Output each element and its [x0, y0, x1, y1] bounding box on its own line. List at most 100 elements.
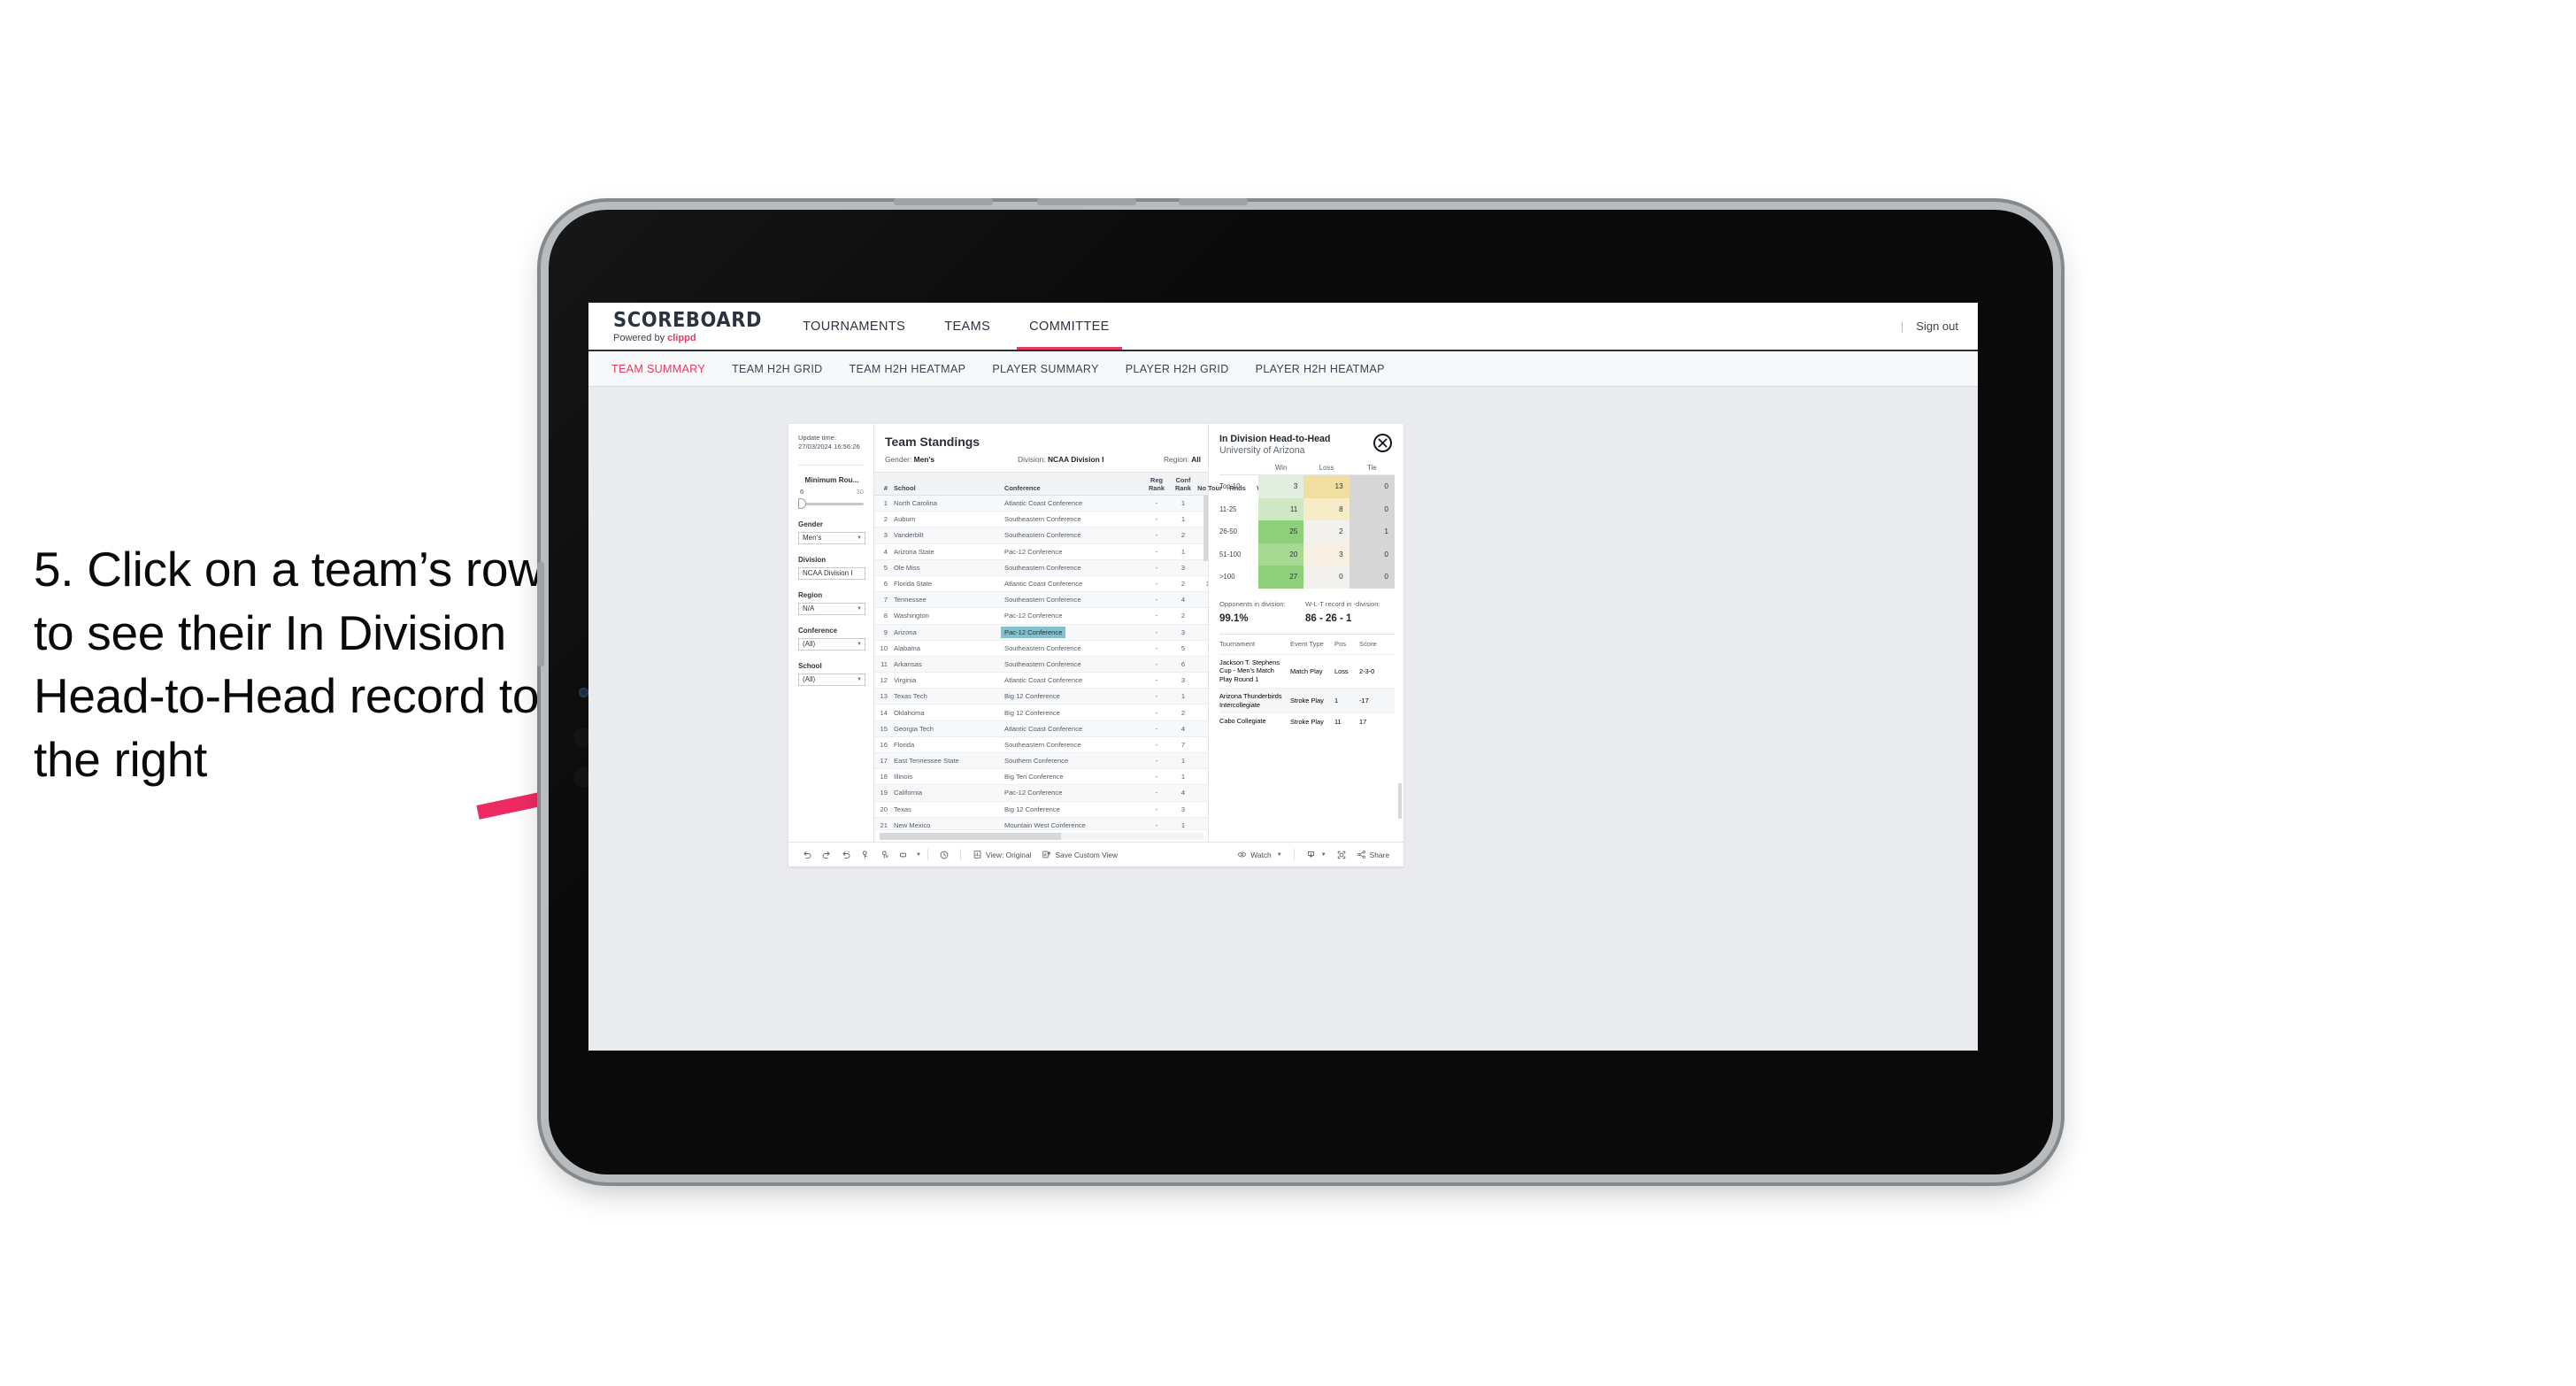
table-row[interactable]: 12VirginiaAtlantic Coast Conference-3824…: [874, 673, 1208, 689]
tournament-header-row: Tournament Event Type Pos Score: [1219, 635, 1395, 654]
sign-out-link[interactable]: Sign out: [1916, 320, 1958, 333]
selected-conference-highlight: Pac-12 Conference: [1001, 626, 1066, 638]
school-value: (All): [803, 675, 816, 683]
tab-team-h2h-heatmap[interactable]: TEAM H2H HEATMAP: [850, 363, 966, 375]
cell-no-tour: 8: [1196, 725, 1209, 733]
table-row[interactable]: 6 Florida State Atlantic Coast Conference -…: [874, 576, 1208, 593]
conference-text: Southeastern Conference: [1004, 531, 1081, 540]
download-button[interactable]: ▼: [1301, 850, 1332, 859]
redo-icon[interactable]: [817, 845, 836, 865]
cell-reg-rank: -: [1155, 643, 1158, 652]
table-row[interactable]: 8WashingtonPac-12 Conference-28231: [874, 608, 1208, 625]
horizontal-scrollbar-track[interactable]: [880, 833, 1203, 840]
refresh-data-icon[interactable]: [856, 845, 875, 865]
view-original-button[interactable]: View: Original: [967, 850, 1037, 859]
watch-button[interactable]: Watch ▼: [1232, 850, 1287, 859]
brand-logo[interactable]: SCOREBOARD Powered by clippd: [588, 303, 783, 350]
cell-conf-rank: 1: [1180, 692, 1186, 701]
table-row[interactable]: 19CaliforniaPac-12 Conference-48242: [874, 785, 1208, 802]
tab-player-summary[interactable]: PLAYER SUMMARY: [992, 363, 1098, 375]
table-row[interactable]: 10AlabamaSoutheastern Conference-58233: [874, 641, 1208, 657]
tab-player-h2h-grid[interactable]: PLAYER H2H GRID: [1126, 363, 1229, 375]
cell-no-tour: 7: [1196, 805, 1209, 813]
minimum-rounds-slider[interactable]: [798, 497, 865, 509]
cell-conf-rank: 1: [1180, 499, 1186, 508]
record-label: W-L-T record in -division:: [1305, 599, 1380, 608]
school-select[interactable]: (All) ▼: [798, 673, 865, 686]
volume-down-button[interactable]: [1179, 198, 1248, 205]
slider-handle[interactable]: [798, 497, 806, 509]
cell-rank: 10: [880, 643, 888, 652]
cell-school: North Carolina: [894, 499, 937, 508]
nav-tournaments[interactable]: TOURNAMENTS: [783, 303, 925, 350]
table-row[interactable]: 9ArizonaPac-12 Conference-38232: [874, 624, 1208, 641]
nav-committee[interactable]: COMMITTEE: [1010, 303, 1129, 350]
slider-max-value: 30: [856, 487, 864, 496]
tab-player-h2h-heatmap[interactable]: PLAYER H2H HEATMAP: [1256, 363, 1385, 375]
vertical-scrollbar[interactable]: [1203, 496, 1208, 561]
table-row[interactable]: 4Arizona StatePac-12 Conference-19261: [874, 544, 1208, 560]
opponents-value: 99.1%: [1219, 612, 1249, 624]
revert-icon[interactable]: [836, 845, 856, 865]
close-icon[interactable]: [1373, 434, 1392, 452]
cell-conference: Southeastern Conference: [1004, 741, 1143, 749]
alerts-icon[interactable]: [934, 845, 954, 865]
conference-select[interactable]: (All) ▼: [798, 637, 865, 651]
nav-teams[interactable]: TEAMS: [925, 303, 1010, 350]
device-layout-icon[interactable]: [895, 845, 914, 865]
cell-reg-rank: -: [1155, 659, 1158, 668]
cell-conf-rank: 1: [1180, 515, 1186, 524]
chevron-down-icon[interactable]: ▼: [916, 852, 921, 858]
volume-up-button[interactable]: [1037, 198, 1136, 205]
table-row[interactable]: 7TennesseeSoutheastern Conference-46182: [874, 592, 1208, 609]
pause-updates-icon[interactable]: [875, 845, 895, 865]
gender-select[interactable]: Men’s ▼: [798, 531, 865, 544]
cell-conference: Southern Conference: [1004, 757, 1143, 765]
cell-rank: 13: [880, 692, 888, 701]
conference-text: Big 12 Conference: [1004, 805, 1060, 813]
table-row[interactable]: 1 North Carolina Atlantic Coast Conference…: [874, 496, 1208, 512]
list-item[interactable]: Cabo Collegiate Stroke Play 11 17: [1219, 712, 1395, 729]
tab-team-h2h-grid[interactable]: TEAM H2H GRID: [732, 363, 822, 375]
table-row[interactable]: 18IllinoisBig Ten Conference-18233: [874, 769, 1208, 786]
fullscreen-icon[interactable]: [1332, 845, 1351, 865]
table-row[interactable]: 15 Georgia Tech Atlantic Coast Conference -…: [874, 720, 1209, 737]
horizontal-scrollbar-thumb[interactable]: [880, 833, 1061, 840]
table-row[interactable]: 20TexasBig 12 Conference-37200: [874, 802, 1208, 818]
table-row[interactable]: 21New MexicoMountain West Conference-192…: [874, 817, 1209, 829]
cell-rank: 16: [880, 740, 888, 749]
undo-icon[interactable]: [797, 845, 817, 865]
cell-no-tour: 9: [1196, 821, 1209, 829]
cell-reg-rank: -: [1155, 708, 1158, 717]
table-row[interactable]: 3VanderbiltSoutheastern Conference-28235: [874, 527, 1208, 544]
table-row[interactable]: 2AuburnSoutheastern Conference-19276: [874, 512, 1208, 528]
h2h-tie-cell: 1: [1349, 520, 1395, 543]
table-row[interactable]: 16FloridaSoutheastern Conference-79244: [874, 737, 1208, 753]
side-button[interactable]: [537, 562, 544, 666]
cell-school: Alabama: [894, 643, 920, 652]
list-item[interactable]: Arizona Thunderbirds Intercollegiate Stro…: [1219, 687, 1395, 713]
app-top-navigation: SCOREBOARD Powered by clippd TOURNAMENTS…: [588, 303, 1978, 351]
h2h-tie-cell: 0: [1349, 566, 1395, 589]
share-button[interactable]: Share: [1351, 850, 1395, 859]
table-row[interactable]: 13Texas TechBig 12 Conference-19272: [874, 689, 1208, 705]
meta-region: Region: All: [1164, 455, 1201, 464]
table-row[interactable]: 11ArkansasSoutheastern Conference-68232: [874, 656, 1208, 674]
cell-rank: 1: [883, 499, 888, 508]
h2h-subtitle: University of Arizona: [1219, 445, 1305, 456]
school-filter: School (All) ▼: [798, 662, 865, 686]
toolbar-divider: [927, 849, 928, 860]
cell-no-tour: 8: [1196, 709, 1209, 717]
table-row[interactable]: 5Ole MissSoutheastern Conference-36181: [874, 559, 1208, 576]
list-item[interactable]: Jackson T. Stephens Cup - Men’s Match Pl…: [1219, 653, 1395, 688]
power-button[interactable]: [894, 198, 993, 205]
region-select[interactable]: N/A ▼: [798, 602, 865, 615]
tournament-scrollbar[interactable]: [1398, 783, 1402, 819]
division-select[interactable]: NCAA Division I: [798, 566, 865, 580]
table-row[interactable]: 17 East Tennessee State Southern Conferenc…: [874, 753, 1208, 770]
save-custom-view-button[interactable]: Save Custom View: [1036, 850, 1123, 859]
tab-team-summary[interactable]: TEAM SUMMARY: [611, 363, 705, 375]
cell-rank: 9: [883, 628, 888, 636]
cell-conf-rank: 1: [1180, 757, 1186, 766]
table-row[interactable]: 14OklahomaBig 12 Conference-28242: [874, 705, 1209, 721]
